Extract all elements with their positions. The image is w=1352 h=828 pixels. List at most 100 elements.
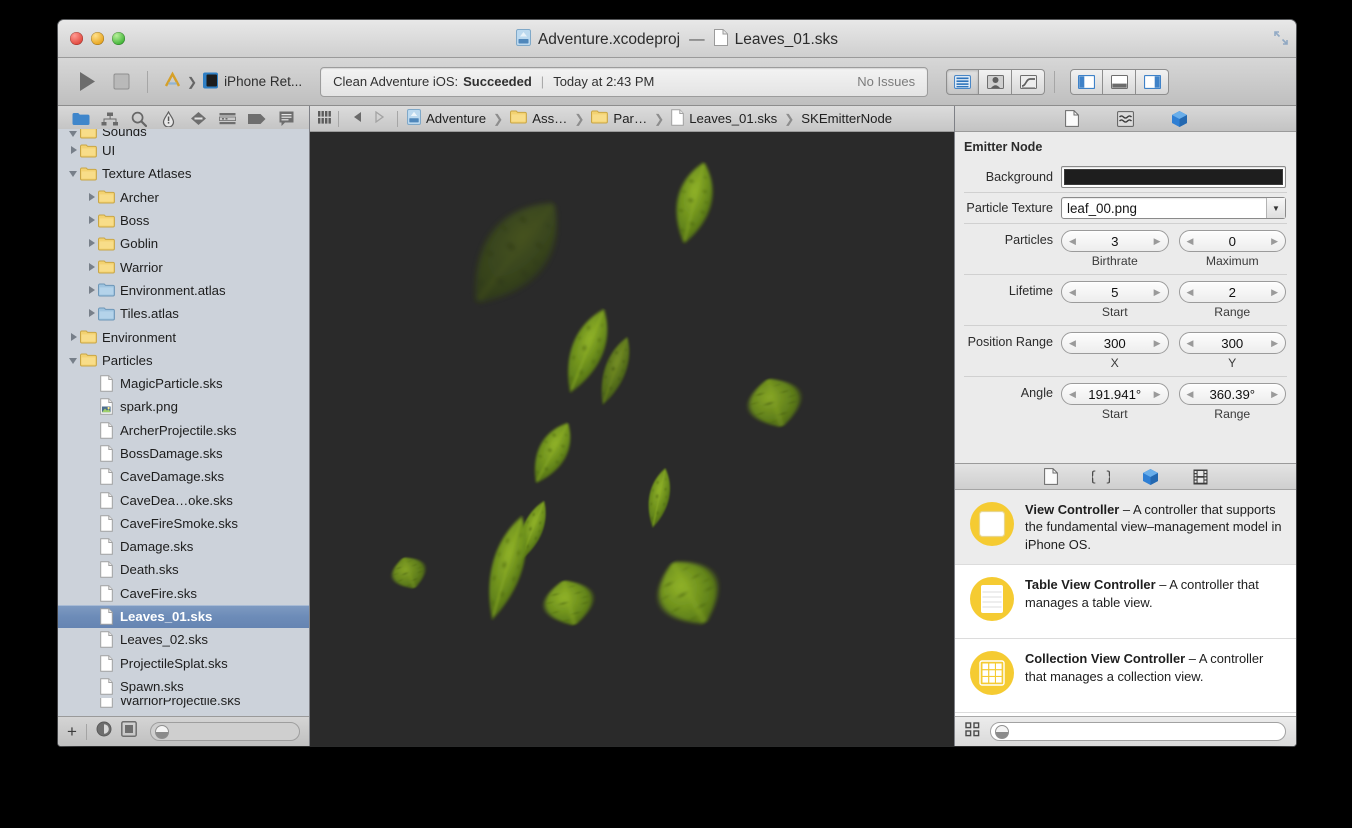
right-stepper[interactable]: ◀ 0 ▶ xyxy=(1179,230,1287,252)
tree-row[interactable]: Environment xyxy=(58,325,309,348)
breadcrumb-item[interactable]: Adventure xyxy=(405,109,488,128)
tree-row[interactable]: ProjectileSplat.sks xyxy=(58,652,309,675)
test-navigator-tab[interactable] xyxy=(187,109,209,129)
toggle-navigator-button[interactable] xyxy=(1070,69,1103,95)
disclosure-triangle-icon[interactable] xyxy=(66,168,80,179)
tree-row[interactable]: Leaves_01.sks xyxy=(58,605,309,628)
stepper-decrement-icon[interactable]: ◀ xyxy=(1069,338,1076,349)
find-navigator-tab[interactable] xyxy=(128,109,150,129)
related-files-icon[interactable] xyxy=(318,111,331,127)
toggle-utilities-button[interactable] xyxy=(1136,69,1169,95)
tree-row[interactable]: UI xyxy=(58,139,309,162)
project-navigator-tab[interactable] xyxy=(70,109,92,129)
add-file-button[interactable]: + xyxy=(67,723,77,740)
debug-navigator-tab[interactable] xyxy=(217,109,239,129)
scene-editor-canvas[interactable] xyxy=(310,132,954,746)
log-navigator-tab[interactable] xyxy=(275,109,297,129)
tree-row[interactable]: CaveDea…oke.sks xyxy=(58,488,309,511)
symbol-navigator-tab[interactable] xyxy=(99,109,121,129)
disclosure-triangle-icon[interactable] xyxy=(66,129,80,139)
issue-navigator-tab[interactable] xyxy=(158,109,180,129)
node-inspector-tab[interactable] xyxy=(1168,109,1192,129)
file-template-library-tab[interactable] xyxy=(1039,467,1063,487)
scheme-selector[interactable]: ❯ iPhone Ret... xyxy=(157,68,308,96)
code-snippet-library-tab[interactable]: { } xyxy=(1089,467,1113,487)
tree-row[interactable]: Environment.atlas xyxy=(58,279,309,302)
stepper-decrement-icon[interactable]: ◀ xyxy=(1187,338,1194,349)
tree-row[interactable]: Sounds xyxy=(58,129,309,139)
forward-arrow-icon[interactable] xyxy=(368,111,390,126)
right-stepper[interactable]: ◀ 360.39° ▶ xyxy=(1179,383,1287,405)
recent-files-filter-icon[interactable] xyxy=(96,721,112,742)
stepper-decrement-icon[interactable]: ◀ xyxy=(1187,236,1194,247)
background-color-well[interactable] xyxy=(1061,166,1286,188)
tree-row[interactable]: Particles xyxy=(58,349,309,372)
tree-row[interactable]: Leaves_02.sks xyxy=(58,628,309,651)
breakpoint-navigator-tab[interactable] xyxy=(246,109,268,129)
toggle-debug-area-button[interactable] xyxy=(1103,69,1136,95)
stepper-decrement-icon[interactable]: ◀ xyxy=(1187,287,1194,298)
breadcrumb-item[interactable]: Par… xyxy=(589,110,649,127)
project-file-tree[interactable]: SoundsUITexture AtlasesArcherBossGoblinW… xyxy=(58,129,309,716)
tree-row[interactable]: Goblin xyxy=(58,232,309,255)
stepper-decrement-icon[interactable]: ◀ xyxy=(1187,389,1194,400)
breadcrumb-item[interactable]: SKEmitterNode xyxy=(799,111,894,126)
resize-grip-icon[interactable] xyxy=(1274,31,1288,45)
assistant-editor-button[interactable] xyxy=(979,69,1012,95)
filter-input[interactable] xyxy=(150,722,300,741)
tree-row[interactable]: Tiles.atlas xyxy=(58,302,309,325)
object-library-list[interactable]: View Controller – A controller that supp… xyxy=(955,490,1296,716)
version-editor-button[interactable] xyxy=(1012,69,1045,95)
tree-row[interactable]: MagicParticle.sks xyxy=(58,372,309,395)
back-arrow-icon[interactable] xyxy=(346,111,368,126)
run-button[interactable] xyxy=(70,67,104,97)
disclosure-triangle-icon[interactable] xyxy=(84,285,98,296)
stepper-increment-icon[interactable]: ▶ xyxy=(1154,389,1161,400)
chevron-down-icon[interactable]: ▼ xyxy=(1266,198,1285,218)
breadcrumb-item[interactable]: Ass… xyxy=(508,110,569,127)
library-search-input[interactable] xyxy=(990,722,1286,741)
stepper-increment-icon[interactable]: ▶ xyxy=(1154,338,1161,349)
media-library-tab[interactable] xyxy=(1189,467,1213,487)
library-item[interactable]: View Controller – A controller that supp… xyxy=(955,490,1296,565)
stop-button[interactable] xyxy=(104,67,138,97)
tree-row[interactable]: Damage.sks xyxy=(58,535,309,558)
tree-row[interactable]: Archer xyxy=(58,186,309,209)
quick-help-inspector-tab[interactable] xyxy=(1114,109,1138,129)
left-stepper[interactable]: ◀ 191.941° ▶ xyxy=(1061,383,1169,405)
stepper-increment-icon[interactable]: ▶ xyxy=(1271,338,1278,349)
library-item[interactable]: Table View Controller – A controller tha… xyxy=(955,565,1296,639)
disclosure-triangle-icon[interactable] xyxy=(84,192,98,203)
tree-row[interactable]: CaveFire.sks xyxy=(58,582,309,605)
stepper-increment-icon[interactable]: ▶ xyxy=(1154,287,1161,298)
stepper-decrement-icon[interactable]: ◀ xyxy=(1069,389,1076,400)
tree-row[interactable]: Death.sks xyxy=(58,558,309,581)
tree-row[interactable]: Texture Atlases xyxy=(58,162,309,185)
stepper-increment-icon[interactable]: ▶ xyxy=(1154,236,1161,247)
tree-row[interactable]: CaveDamage.sks xyxy=(58,465,309,488)
standard-editor-button[interactable] xyxy=(946,69,979,95)
source-control-filter-icon[interactable] xyxy=(121,721,137,742)
right-stepper[interactable]: ◀ 2 ▶ xyxy=(1179,281,1287,303)
tree-row[interactable]: CaveFireSmoke.sks xyxy=(58,512,309,535)
file-inspector-tab[interactable] xyxy=(1060,109,1084,129)
disclosure-triangle-icon[interactable] xyxy=(84,238,98,249)
grid-view-icon[interactable] xyxy=(965,722,980,742)
stepper-increment-icon[interactable]: ▶ xyxy=(1271,389,1278,400)
disclosure-triangle-icon[interactable] xyxy=(66,145,80,156)
disclosure-triangle-icon[interactable] xyxy=(66,332,80,343)
left-stepper[interactable]: ◀ 3 ▶ xyxy=(1061,230,1169,252)
particle-texture-combobox[interactable]: leaf_00.png ▼ xyxy=(1061,197,1286,219)
tree-row[interactable]: spark.png xyxy=(58,395,309,418)
right-stepper[interactable]: ◀ 300 ▶ xyxy=(1179,332,1287,354)
breadcrumb-item[interactable]: Leaves_01.sks xyxy=(669,109,779,129)
tree-row[interactable]: Boss xyxy=(58,209,309,232)
left-stepper[interactable]: ◀ 5 ▶ xyxy=(1061,281,1169,303)
stepper-increment-icon[interactable]: ▶ xyxy=(1271,236,1278,247)
tree-row[interactable]: Warrior xyxy=(58,255,309,278)
tree-row[interactable]: Spawn.sks xyxy=(58,675,309,698)
stepper-decrement-icon[interactable]: ◀ xyxy=(1069,287,1076,298)
tree-row[interactable]: ArcherProjectile.sks xyxy=(58,419,309,442)
disclosure-triangle-icon[interactable] xyxy=(84,308,98,319)
disclosure-triangle-icon[interactable] xyxy=(84,215,98,226)
